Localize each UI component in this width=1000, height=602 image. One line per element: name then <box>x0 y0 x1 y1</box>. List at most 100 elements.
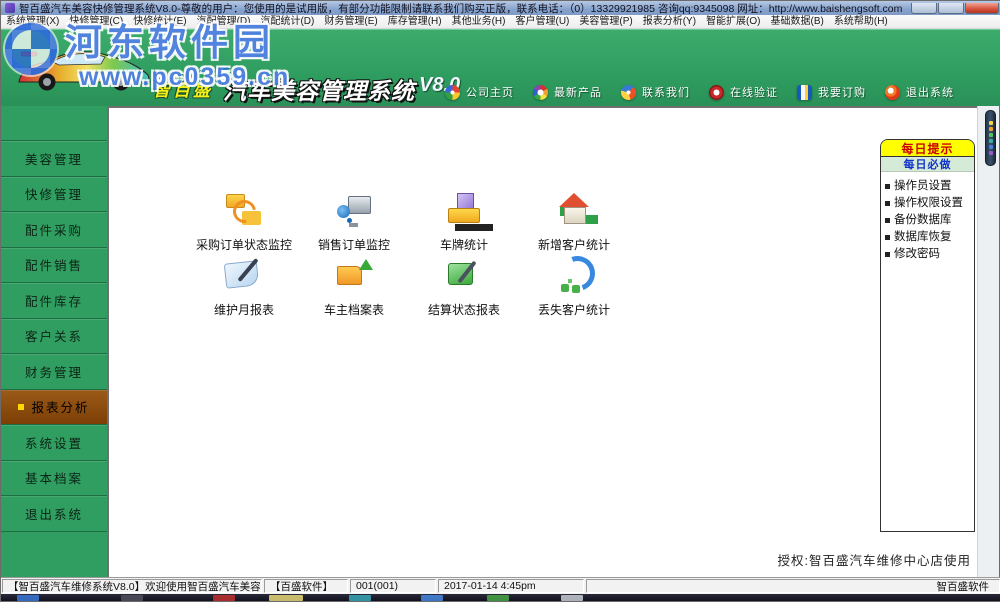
tip-item-label: 操作权限设置 <box>894 197 963 209</box>
shortcut-item[interactable]: 销售订单监控 <box>299 188 409 253</box>
sidebar-item[interactable]: 美容管理 <box>1 141 107 177</box>
nav-link-icon <box>445 84 460 100</box>
menu-item[interactable]: 系统管理(X) <box>1 15 64 29</box>
nav-link[interactable]: 我要订购 <box>797 84 866 100</box>
nav-link-icon <box>709 84 724 100</box>
sidebar-item[interactable]: 快修管理 <box>1 177 107 212</box>
nav-link-icon <box>885 84 900 100</box>
slide-panel-handle[interactable] <box>985 110 996 166</box>
tip-item[interactable]: 数据库恢复 <box>885 229 970 246</box>
nav-link[interactable]: 最新产品 <box>533 84 602 100</box>
sidebar-item[interactable]: 基本档案 <box>1 461 107 496</box>
handle-dot <box>988 121 993 125</box>
sidebar-item[interactable]: 配件库存 <box>1 283 107 319</box>
sidebar-item[interactable]: 客户关系 <box>1 319 107 354</box>
nav-link-icon <box>533 84 548 100</box>
shortcut-icon <box>441 253 487 299</box>
sidebar-item[interactable]: 配件销售 <box>1 248 107 283</box>
sidebar-item[interactable]: 配件采购 <box>1 212 107 248</box>
shortcut-icon <box>551 188 597 234</box>
app-icon <box>5 3 15 13</box>
shortcut-label: 销售订单监控 <box>317 238 390 252</box>
handle-dot <box>988 139 993 143</box>
sidebar: 美容管理 快修管理 配件采购 配件销售 配件库存 客户关系 财务管理 报表分析 系统设置 基本档案… <box>1 106 107 579</box>
sidebar-spacer <box>1 106 107 141</box>
brand-name: 智百盛 <box>153 81 213 100</box>
maximize-button[interactable] <box>938 2 964 14</box>
header-nav: 公司主页 最新产品 联系我们 在线验证 我要订购 退出系统 <box>445 84 963 100</box>
nav-link-label: 公司主页 <box>466 87 514 99</box>
nav-link[interactable]: 公司主页 <box>445 84 514 100</box>
shortcut-icon <box>221 253 267 299</box>
shortcut-item[interactable]: 新增客户统计 <box>519 188 629 253</box>
shortcut-icon <box>331 253 377 299</box>
sidebar-item[interactable]: 报表分析 <box>1 389 107 425</box>
menu-item[interactable]: 报表分析(Y) <box>638 15 701 29</box>
nav-link[interactable]: 在线验证 <box>709 84 778 100</box>
shortcut-item[interactable]: 丢失客户统计 <box>519 253 629 318</box>
menu-item[interactable]: 系统帮助(H) <box>829 15 893 29</box>
taskbar <box>1 594 1000 601</box>
tip-item[interactable]: 操作权限设置 <box>885 195 970 212</box>
shortcut-item[interactable]: 车主档案表 <box>299 253 409 318</box>
sidebar-item[interactable]: 系统设置 <box>1 425 107 461</box>
main-area: 采购订单状态监控 销售订单监控 车牌统计 新增客户统计 维护月报表 车主档案表 … <box>107 106 979 579</box>
handle-dot <box>988 133 993 137</box>
shortcut-label: 车牌统计 <box>439 238 488 252</box>
menu-item[interactable]: 美容管理(P) <box>574 15 637 29</box>
shortcut-icon <box>221 188 267 234</box>
taskbar-icon <box>349 595 371 601</box>
tip-item[interactable]: 备份数据库 <box>885 212 970 229</box>
taskbar-icon <box>421 595 443 601</box>
minimize-button[interactable] <box>911 2 937 14</box>
nav-link[interactable]: 联系我们 <box>621 84 690 100</box>
menu-item[interactable]: 智能扩展(O) <box>701 15 765 29</box>
nav-link-label: 退出系统 <box>906 87 954 99</box>
menu-item[interactable]: 客户管理(U) <box>510 15 574 29</box>
shortcut-item[interactable]: 采购订单状态监控 <box>189 188 299 253</box>
taskbar-icon <box>17 595 39 601</box>
taskbar-icon <box>121 595 143 601</box>
nav-link-icon <box>621 84 636 100</box>
daily-tips-panel: 每日提示 每日必做 操作员设置 操作权限设置 备份数据库 数据库恢复 修改密码 <box>880 139 975 532</box>
status-datetime: 2017-01-14 4:45pm <box>438 579 584 593</box>
bullet-icon <box>885 235 890 240</box>
title-bar: 智百盛汽车美容快修管理系统V8.0-尊敬的用户：您使用的是试用版，有部分功能限制… <box>1 1 1000 15</box>
taskbar-icon <box>269 595 303 601</box>
menu-item[interactable]: 快修管理(C) <box>64 15 128 29</box>
tip-item[interactable]: 操作员设置 <box>885 178 970 195</box>
menu-item[interactable]: 库存管理(H) <box>383 15 447 29</box>
nav-link-label: 联系我们 <box>642 87 690 99</box>
bullet-icon <box>885 218 890 223</box>
shortcut-label: 维护月报表 <box>213 303 274 317</box>
sidebar-item[interactable]: 退出系统 <box>1 496 107 532</box>
license-text: 授权:智百盛汽车维修中心店使用 <box>777 554 971 568</box>
nav-link-label: 最新产品 <box>554 87 602 99</box>
nav-link-label: 在线验证 <box>730 87 778 99</box>
menu-item[interactable]: 汽配统计(D) <box>255 15 319 29</box>
shortcut-item[interactable]: 维护月报表 <box>189 253 299 318</box>
menu-item[interactable]: 快修统计(E) <box>128 15 191 29</box>
shortcut-item[interactable]: 车牌统计 <box>409 188 519 253</box>
tip-item-label: 备份数据库 <box>894 214 952 226</box>
product-title: 汽车美容管理系统 <box>223 78 415 104</box>
menu-item[interactable]: 基础数据(B) <box>766 15 829 29</box>
tip-item[interactable]: 修改密码 <box>885 246 970 263</box>
shortcut-item[interactable]: 结算状态报表 <box>409 253 519 318</box>
shortcut-label: 车主档案表 <box>323 303 384 317</box>
nav-link[interactable]: 退出系统 <box>885 84 954 100</box>
header-banner: 智百盛 汽车美容管理系统 V8.0 公司主页 最新产品 联系我们 在线验证 我要… <box>1 29 1000 106</box>
tip-item-label: 数据库恢复 <box>894 231 952 243</box>
nav-link-icon <box>797 84 812 100</box>
nav-link-label: 我要订购 <box>818 87 866 99</box>
bullet-icon <box>885 252 890 257</box>
menu-item[interactable]: 汽配管理(D) <box>192 15 256 29</box>
handle-dot <box>988 151 993 155</box>
menu-item[interactable]: 财务管理(E) <box>319 15 382 29</box>
shortcut-icon <box>551 253 597 299</box>
bullet-icon <box>885 201 890 206</box>
tips-title: 每日提示 <box>881 140 974 157</box>
close-button[interactable] <box>965 2 999 14</box>
sidebar-item[interactable]: 财务管理 <box>1 354 107 390</box>
menu-item[interactable]: 其他业务(H) <box>447 15 511 29</box>
